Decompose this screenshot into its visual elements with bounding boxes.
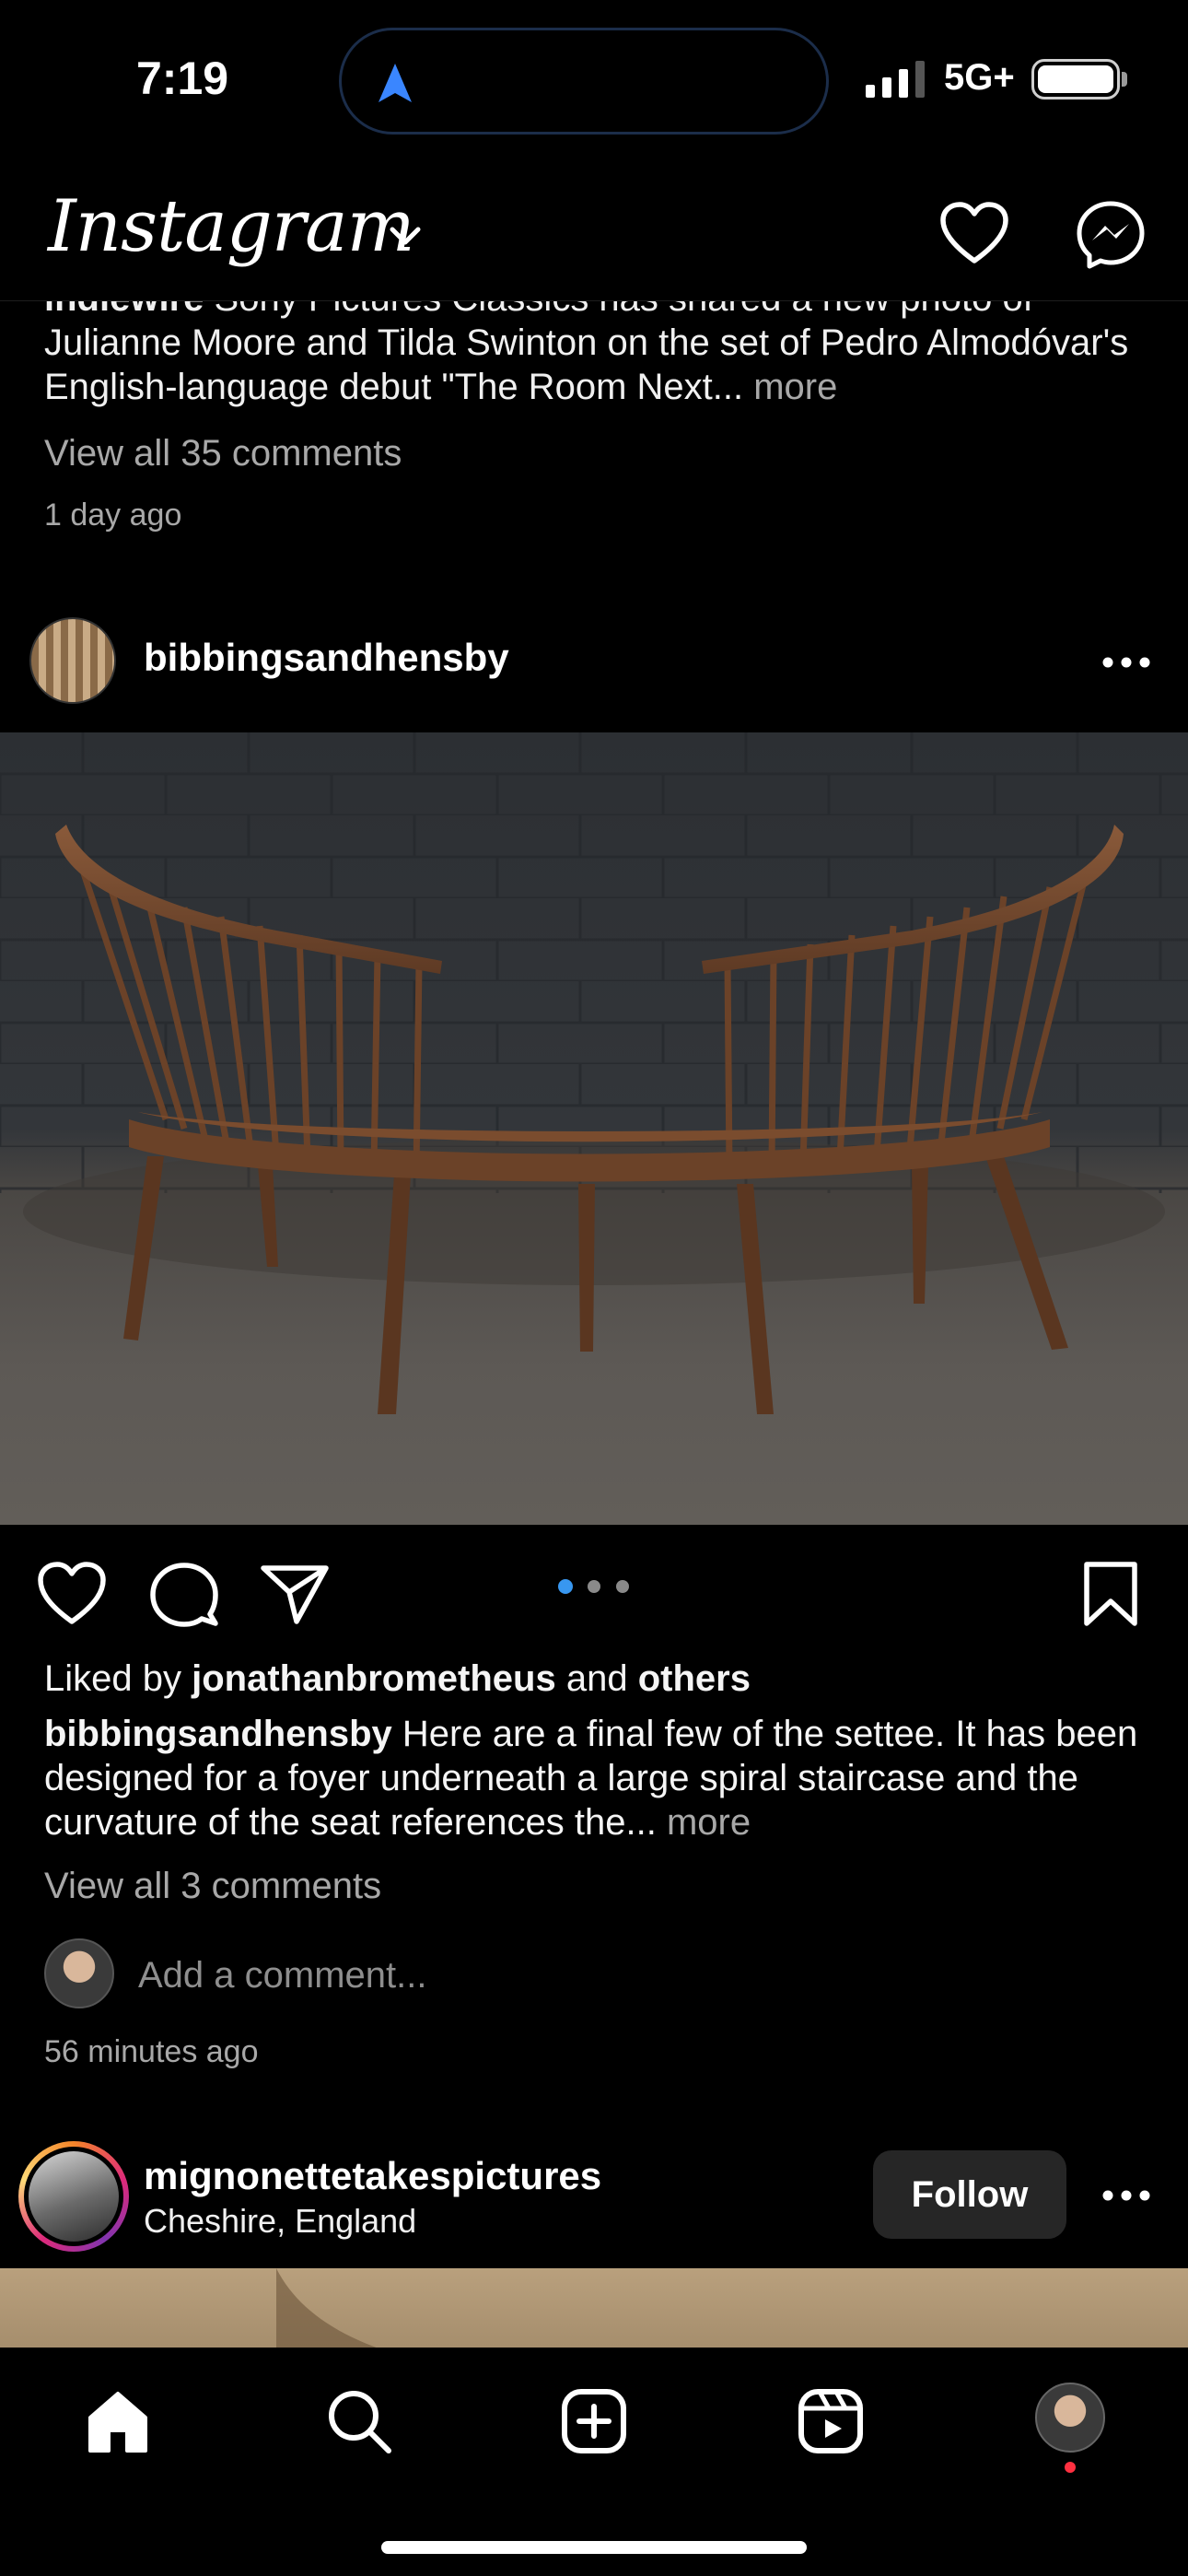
post-image[interactable] <box>0 732 1188 1525</box>
avatar <box>44 1938 114 2008</box>
avatar[interactable] <box>29 617 116 704</box>
signal-icon <box>866 61 925 98</box>
liked-and: and <box>565 1658 628 1699</box>
add-comment-row: Add a comment... <box>44 1938 1149 2012</box>
view-comments-link[interactable]: View all 35 comments <box>44 433 402 474</box>
post-actions <box>0 1548 1188 1640</box>
comment-input[interactable]: Add a comment... <box>138 1955 426 1996</box>
heart-icon[interactable] <box>939 202 1009 266</box>
instagram-logo[interactable]: Instagram <box>48 185 415 268</box>
more-link[interactable]: more <box>667 1802 751 1843</box>
status-bar: 7:19 5G+ <box>0 0 1188 166</box>
story-avatar[interactable] <box>18 2141 129 2252</box>
network-type: 5G+ <box>944 57 1015 98</box>
post-timestamp: 1 day ago <box>44 498 182 533</box>
comment-icon[interactable] <box>149 1561 219 1627</box>
notification-dot <box>1065 2462 1076 2473</box>
carousel-indicator <box>558 1579 629 1594</box>
more-icon[interactable] <box>1101 656 1151 669</box>
post-timestamp: 56 minutes ago <box>44 2034 259 2069</box>
home-indicator[interactable] <box>381 2541 807 2554</box>
reels-icon[interactable] <box>794 2384 868 2458</box>
caption-username[interactable]: bibbingsandhensby <box>44 1714 392 1754</box>
settee-photo <box>0 732 1188 1414</box>
like-icon[interactable] <box>37 1561 107 1627</box>
post-header: mignonettetakespictures Cheshire, Englan… <box>0 2137 1188 2257</box>
liked-user[interactable]: jonathanbrometheus <box>192 1658 556 1699</box>
more-link[interactable]: more <box>753 367 837 407</box>
follow-button[interactable]: Follow <box>873 2150 1066 2239</box>
likes-line: Liked by jonathanbrometheus and others <box>44 1658 751 1700</box>
battery-icon <box>1031 59 1120 100</box>
home-icon[interactable] <box>81 2384 155 2458</box>
liked-by-label: Liked by <box>44 1658 181 1699</box>
post-caption: bibbingsandhensby Here are a final few o… <box>44 1712 1149 1844</box>
profile-tab-avatar[interactable] <box>1035 2383 1105 2453</box>
chevron-down-icon[interactable] <box>387 222 424 250</box>
liked-others[interactable]: others <box>638 1658 751 1699</box>
nav-arrow-icon <box>379 64 412 102</box>
more-icon[interactable] <box>1101 2189 1151 2202</box>
share-icon[interactable] <box>260 1561 330 1627</box>
search-icon[interactable] <box>322 2384 396 2458</box>
post-username[interactable]: mignonettetakespictures <box>144 2154 601 2198</box>
post-username[interactable]: bibbingsandhensby <box>144 636 509 680</box>
dynamic-island <box>339 28 829 135</box>
status-time: 7:19 <box>136 53 229 104</box>
app-header: Instagram <box>0 180 1188 301</box>
next-photo-art <box>276 2268 387 2351</box>
view-comments-link[interactable]: View all 3 comments <box>44 1866 381 1907</box>
bottom-tab-bar <box>0 2348 1188 2576</box>
create-icon[interactable] <box>557 2384 631 2458</box>
bookmark-icon[interactable] <box>1076 1561 1146 1627</box>
battery-cap <box>1122 72 1127 87</box>
post-header: bibbingsandhensby <box>0 608 1188 728</box>
post-location[interactable]: Cheshire, England <box>144 2202 416 2241</box>
messenger-icon[interactable] <box>1076 200 1146 270</box>
post-image[interactable] <box>0 2268 1188 2351</box>
